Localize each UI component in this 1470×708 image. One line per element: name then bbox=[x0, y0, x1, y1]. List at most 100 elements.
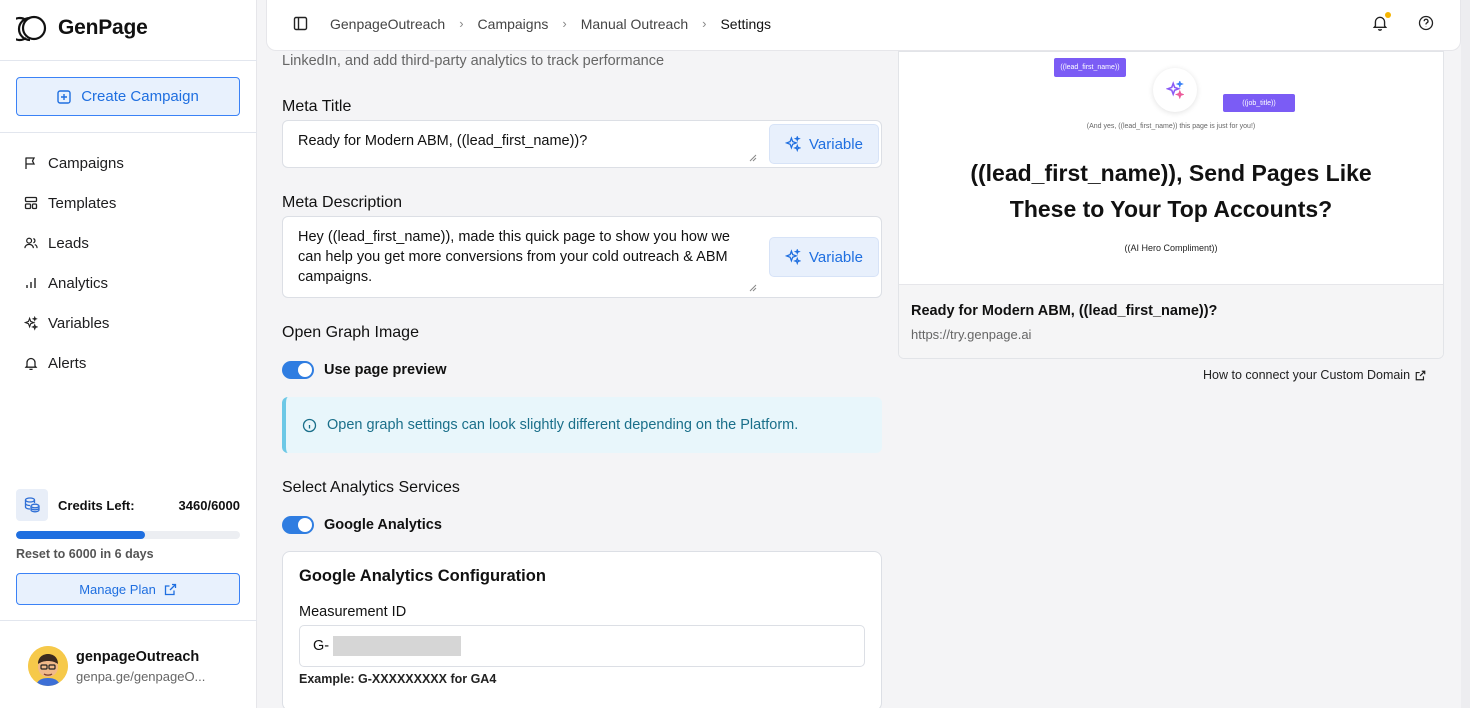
bar-chart-icon bbox=[24, 276, 38, 290]
ga-config-title: Google Analytics Configuration bbox=[299, 567, 546, 585]
preview-sparkle-badge bbox=[1153, 68, 1197, 112]
meta-title-value: Ready for Modern ABM, ((lead_first_name)… bbox=[298, 133, 588, 149]
credits-label: Credits Left: bbox=[58, 497, 135, 513]
preview-tag-lead: ((lead_first_name)) bbox=[1054, 58, 1126, 77]
credits-reset-text: Reset to 6000 in 6 days bbox=[16, 547, 154, 561]
sparkles-icon bbox=[785, 249, 802, 265]
preview-headline: ((lead_first_name)), Send Pages Like The… bbox=[899, 155, 1443, 227]
ga-config-card: Google Analytics Configuration Measureme… bbox=[282, 551, 882, 708]
divider bbox=[0, 620, 257, 621]
sidebar-item-campaigns[interactable]: Campaigns bbox=[24, 143, 124, 183]
chevron-right-icon: › bbox=[459, 16, 464, 31]
user-profile[interactable]: genpageOutreach genpa.ge/genpageO... bbox=[28, 646, 205, 686]
og-info-alert: Open graph settings can look slightly di… bbox=[282, 397, 882, 453]
plus-square-icon bbox=[57, 89, 71, 104]
sparkles-icon bbox=[1166, 81, 1184, 99]
custom-domain-link-label: How to connect your Custom Domain bbox=[1203, 368, 1411, 382]
sidebar-nav: Campaigns Templates Leads Analytics Vari… bbox=[24, 143, 124, 383]
preview-headline-line-2: These to Your Top Accounts? bbox=[1009, 196, 1333, 222]
sparkles-icon bbox=[24, 315, 38, 331]
measurement-id-input[interactable]: G- bbox=[299, 625, 865, 667]
analytics-label: Select Analytics Services bbox=[282, 479, 460, 496]
credits-progress-fill bbox=[16, 531, 146, 539]
og-preview-card: ((lead_first_name)) ((job_title)) (And y… bbox=[898, 51, 1444, 359]
intro-text: LinkedIn, and add third-party analytics … bbox=[282, 53, 665, 69]
custom-domain-link[interactable]: How to connect your Custom Domain bbox=[1203, 368, 1426, 382]
meta-title-label: Meta Title bbox=[282, 98, 352, 115]
sidebar-item-label: Alerts bbox=[48, 354, 87, 372]
users-icon bbox=[24, 236, 38, 250]
sidebar-item-label: Variables bbox=[48, 314, 110, 332]
bell-icon[interactable] bbox=[1372, 12, 1391, 31]
sidebar-toggle-icon[interactable] bbox=[293, 16, 308, 31]
external-link-icon bbox=[1415, 370, 1426, 381]
header-actions bbox=[1372, 12, 1434, 31]
sidebar-item-analytics[interactable]: Analytics bbox=[24, 263, 124, 303]
coins-icon bbox=[16, 489, 48, 521]
create-campaign-button[interactable]: Create Campaign bbox=[16, 77, 240, 116]
variable-label: Variable bbox=[809, 248, 863, 266]
page-preview-toggle[interactable] bbox=[282, 361, 314, 379]
sidebar-item-leads[interactable]: Leads bbox=[24, 223, 124, 263]
meta-title-field[interactable]: Ready for Modern ABM, ((lead_first_name)… bbox=[282, 120, 882, 168]
sidebar: GenPage Create Campaign Campaigns Templa… bbox=[0, 0, 257, 708]
sidebar-item-alerts[interactable]: Alerts bbox=[24, 343, 124, 383]
preview-title: Ready for Modern ABM, ((lead_first_name)… bbox=[911, 303, 1218, 319]
preview-small-text: (And yes, ((lead_first_name)) this page … bbox=[1086, 123, 1256, 130]
resize-handle-icon[interactable] bbox=[749, 154, 757, 162]
top-header: GenpageOutreach › Campaigns › Manual Out… bbox=[266, 0, 1461, 51]
preview-meta: Ready for Modern ABM, ((lead_first_name)… bbox=[899, 284, 1443, 358]
sidebar-item-label: Leads bbox=[48, 234, 89, 252]
redacted-mask bbox=[333, 636, 461, 656]
divider bbox=[0, 60, 257, 61]
sparkles-icon bbox=[785, 136, 802, 152]
breadcrumb: GenpageOutreach › Campaigns › Manual Out… bbox=[293, 0, 771, 47]
meta-description-label: Meta Description bbox=[282, 194, 403, 211]
notification-dot bbox=[1385, 12, 1391, 18]
preview-tag-job: ((job_title)) bbox=[1223, 94, 1295, 112]
sidebar-item-variables[interactable]: Variables bbox=[24, 303, 124, 343]
credits-panel: Credits Left: 3460/6000 Reset to 6000 in… bbox=[16, 489, 240, 561]
measurement-id-example: Example: G-XXXXXXXXX for GA4 bbox=[299, 672, 497, 686]
measurement-id-label: Measurement ID bbox=[299, 604, 407, 620]
avatar bbox=[28, 646, 68, 686]
sidebar-item-label: Campaigns bbox=[48, 154, 124, 172]
external-link-icon bbox=[164, 583, 177, 596]
credits-value: 3460/6000 bbox=[178, 497, 240, 513]
breadcrumb-item[interactable]: GenpageOutreach bbox=[330, 16, 445, 32]
create-campaign-label: Create Campaign bbox=[81, 88, 199, 105]
manage-plan-button[interactable]: Manage Plan bbox=[16, 573, 240, 605]
breadcrumb-item[interactable]: Manual Outreach bbox=[581, 16, 688, 32]
meta-description-field[interactable]: Hey ((lead_first_name)), made this quick… bbox=[282, 216, 882, 298]
og-info-text: Open graph settings can look slightly di… bbox=[327, 417, 799, 433]
breadcrumb-current: Settings bbox=[720, 15, 772, 32]
sidebar-item-label: Analytics bbox=[48, 274, 109, 292]
templates-icon bbox=[24, 196, 38, 210]
logo[interactable]: GenPage bbox=[16, 12, 148, 44]
meta-description-value: Hey ((lead_first_name)), made this quick… bbox=[298, 229, 730, 285]
preview-image: ((lead_first_name)) ((job_title)) (And y… bbox=[899, 52, 1443, 284]
google-analytics-toggle-row: Google Analytics bbox=[282, 516, 442, 534]
breadcrumb-item[interactable]: Campaigns bbox=[478, 16, 549, 32]
preview-url: https://try.genpage.ai bbox=[911, 327, 1032, 342]
variable-label: Variable bbox=[809, 135, 863, 153]
page-preview-toggle-row: Use page preview bbox=[282, 361, 447, 379]
meta-description-variable-button[interactable]: Variable bbox=[769, 237, 879, 277]
user-handle: genpa.ge/genpageO... bbox=[76, 668, 206, 684]
sidebar-item-label: Templates bbox=[48, 194, 117, 212]
sidebar-item-templates[interactable]: Templates bbox=[24, 183, 124, 223]
credits-progress-bar bbox=[16, 531, 240, 539]
google-analytics-toggle[interactable] bbox=[282, 516, 314, 534]
meta-title-variable-button[interactable]: Variable bbox=[769, 124, 879, 164]
og-image-label: Open Graph Image bbox=[282, 324, 419, 341]
info-icon bbox=[302, 418, 317, 433]
help-icon[interactable] bbox=[1418, 14, 1434, 31]
user-name: genpageOutreach bbox=[76, 648, 200, 665]
chevron-right-icon: › bbox=[702, 16, 707, 31]
genpage-logo-icon bbox=[16, 12, 48, 44]
measurement-id-value: G- bbox=[313, 638, 330, 654]
resize-handle-icon[interactable] bbox=[749, 284, 757, 292]
app-name: GenPage bbox=[58, 16, 148, 39]
preview-compliment: ((AI Hero Compliment)) bbox=[1124, 243, 1218, 253]
google-analytics-toggle-label: Google Analytics bbox=[324, 517, 442, 533]
